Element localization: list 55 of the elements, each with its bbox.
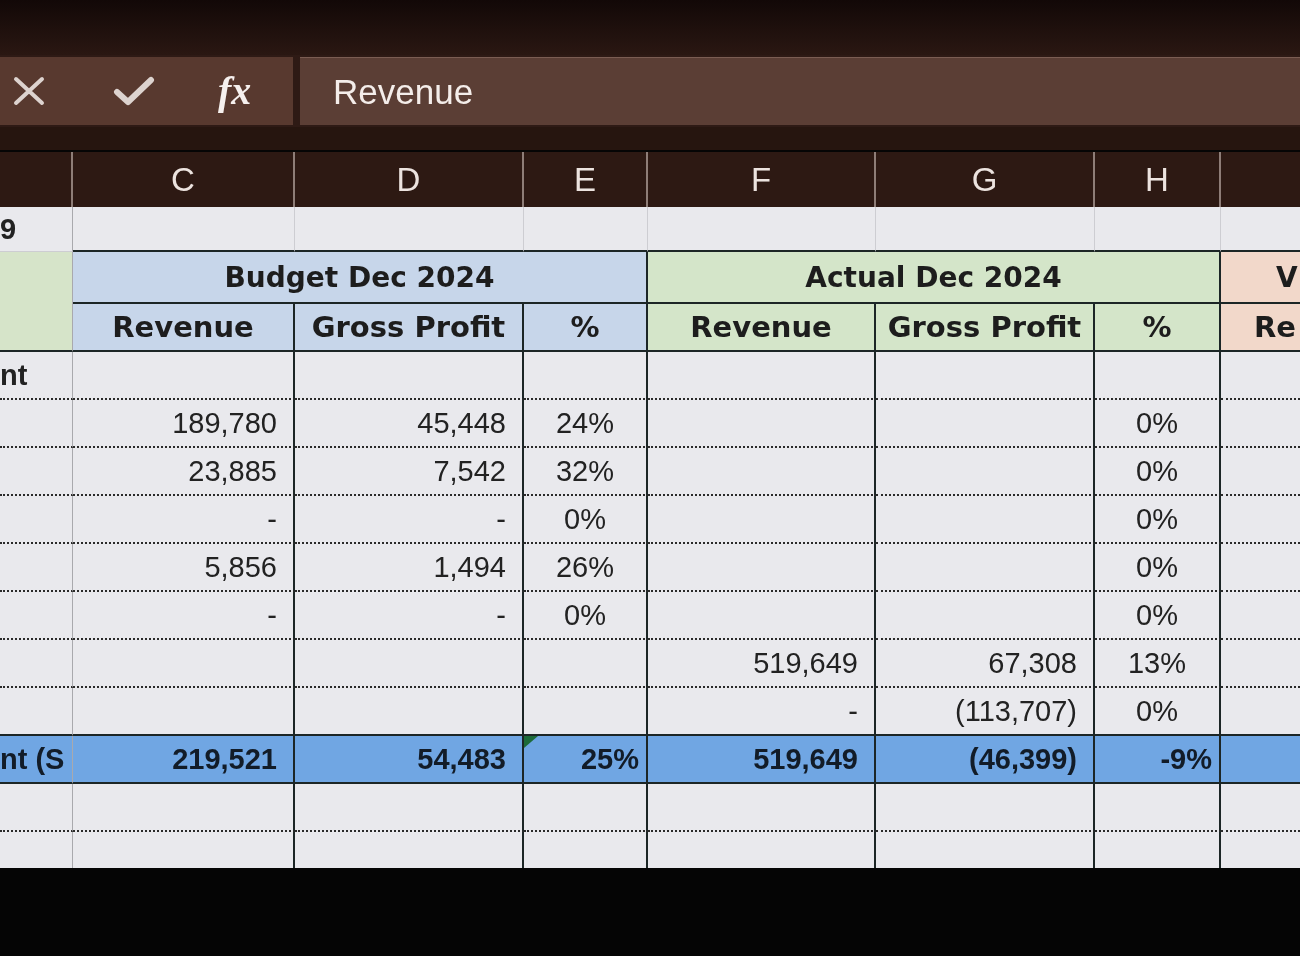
table-cell: 67,308 bbox=[876, 640, 1095, 688]
table-cell: - bbox=[648, 688, 876, 736]
table-cell: 54,483 bbox=[295, 736, 524, 784]
column-header: Revenue bbox=[648, 304, 876, 352]
table-cell: 7,542 bbox=[295, 448, 524, 496]
table-cell: - bbox=[295, 592, 524, 640]
table-cell: 0% bbox=[524, 592, 648, 640]
table-cell: 0% bbox=[1095, 496, 1221, 544]
table-cell: (113,707) bbox=[876, 688, 1095, 736]
table-cell: nt (S bbox=[0, 736, 73, 784]
column-heading[interactable]: G bbox=[971, 160, 998, 199]
table-cell: -9% bbox=[1095, 736, 1221, 784]
cancel-icon[interactable] bbox=[13, 76, 45, 106]
table-cell: - bbox=[73, 592, 295, 640]
table-cell: - bbox=[295, 496, 524, 544]
column-heading[interactable]: C bbox=[171, 160, 195, 199]
table-cell: 24% bbox=[524, 400, 648, 448]
table-cell: 189,780 bbox=[73, 400, 295, 448]
column-header: Re bbox=[1221, 304, 1300, 352]
column-heading[interactable]: E bbox=[574, 160, 596, 199]
function-button[interactable]: fx bbox=[218, 71, 252, 111]
table-cell: 45,448 bbox=[295, 400, 524, 448]
table-cell: nt bbox=[0, 352, 73, 400]
column-heading[interactable]: H bbox=[1145, 160, 1169, 199]
formula-field[interactable]: Revenue bbox=[300, 57, 1300, 125]
column-header: Revenue bbox=[73, 304, 295, 352]
table-cell: 0% bbox=[1095, 448, 1221, 496]
group-header: Budget Dec 2024 bbox=[73, 252, 648, 304]
table-cell: 13% bbox=[1095, 640, 1221, 688]
group-header: V bbox=[1221, 252, 1300, 304]
column-heading[interactable]: D bbox=[396, 160, 421, 199]
table-cell: 5,856 bbox=[73, 544, 295, 592]
table-cell: 0% bbox=[1095, 400, 1221, 448]
table-cell: 0% bbox=[1095, 592, 1221, 640]
check-icon[interactable] bbox=[113, 76, 155, 106]
column-header: % bbox=[1095, 304, 1221, 352]
table-cell: 219,521 bbox=[73, 736, 295, 784]
column-header: Gross Profit bbox=[876, 304, 1095, 352]
table-cell: 0% bbox=[524, 496, 648, 544]
table-cell: (46,399) bbox=[876, 736, 1095, 784]
table-cell: 0% bbox=[1095, 544, 1221, 592]
column-header: % bbox=[524, 304, 648, 352]
column-header: Gross Profit bbox=[295, 304, 524, 352]
table-cell: 23,885 bbox=[73, 448, 295, 496]
column-heading[interactable]: F bbox=[750, 160, 772, 199]
table-cell: 26% bbox=[524, 544, 648, 592]
table-cell: 519,649 bbox=[648, 640, 876, 688]
table-cell: 519,649 bbox=[648, 736, 876, 784]
table-cell: 25% bbox=[524, 736, 648, 784]
group-header: Actual Dec 2024 bbox=[648, 252, 1221, 304]
table-cell: 1,494 bbox=[295, 544, 524, 592]
table-cell: 9 bbox=[0, 207, 73, 252]
table-cell: - bbox=[73, 496, 295, 544]
table-cell: 32% bbox=[524, 448, 648, 496]
table-cell: 0% bbox=[1095, 688, 1221, 736]
